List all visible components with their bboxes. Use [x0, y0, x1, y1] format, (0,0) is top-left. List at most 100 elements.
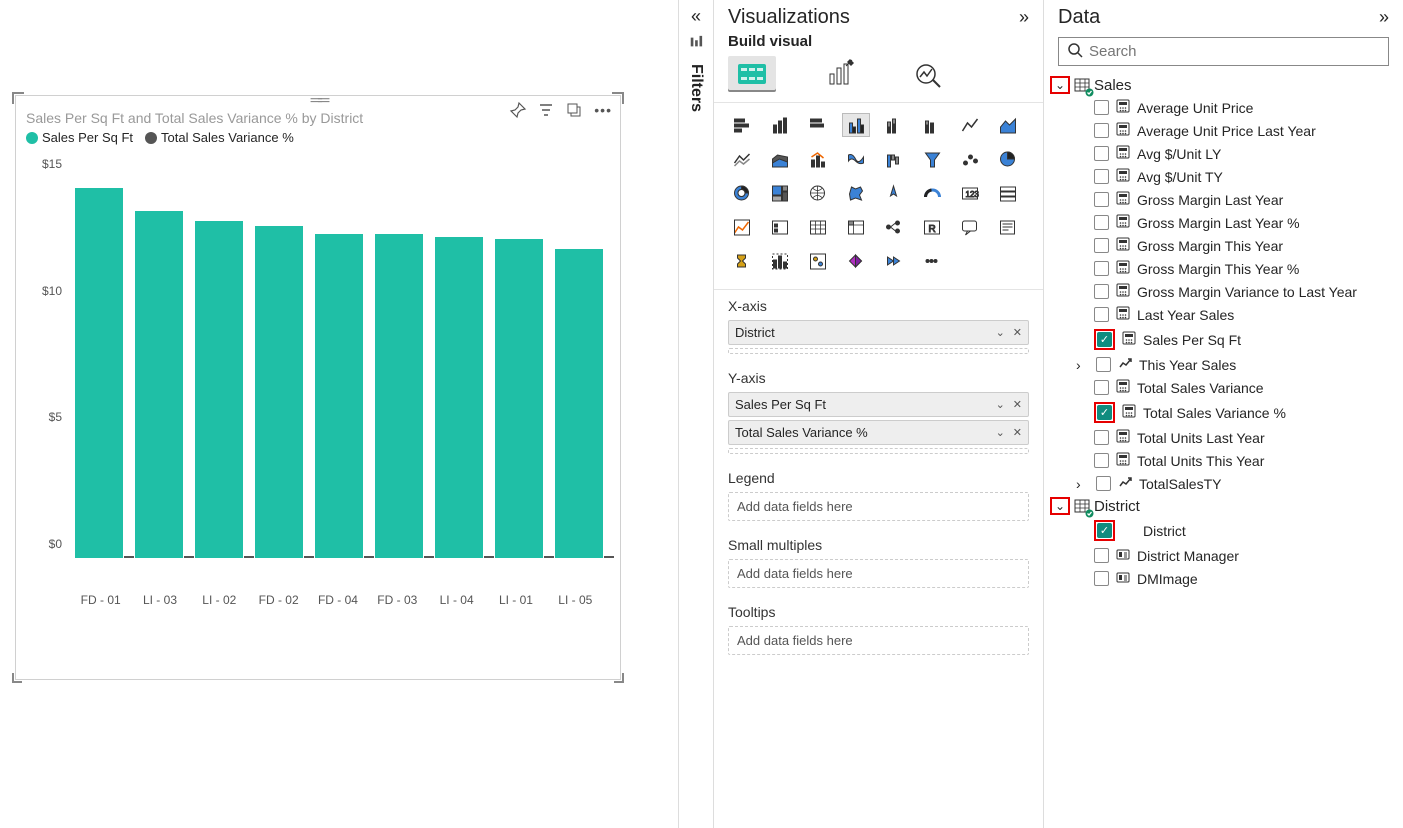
format-visual-tab[interactable] [816, 56, 864, 92]
field-totalsalesty[interactable]: ›TotalSalesTY [1050, 472, 1395, 495]
viz-type-sarea[interactable] [766, 147, 794, 171]
bar-primary[interactable] [195, 221, 243, 558]
viz-type-line2[interactable] [728, 147, 756, 171]
viz-type-combo[interactable] [804, 147, 832, 171]
field-checkbox[interactable]: ✓ [1097, 332, 1112, 347]
chevron-right-icon[interactable]: › [1076, 476, 1090, 492]
collapse-data-icon[interactable]: » [1379, 7, 1389, 28]
viz-type-narr[interactable] [994, 215, 1022, 239]
bar-secondary[interactable] [304, 556, 314, 558]
viz-type-pag[interactable] [766, 249, 794, 273]
viz-type-decomp[interactable] [880, 215, 908, 239]
bar-secondary[interactable] [124, 556, 134, 558]
viz-type-tree[interactable] [766, 181, 794, 205]
field-gross-margin-this-year-[interactable]: Gross Margin This Year % [1050, 257, 1395, 280]
field-dmimage[interactable]: DMImage [1050, 567, 1395, 590]
table-sales[interactable]: ⌄Sales [1050, 74, 1395, 96]
viz-type-mrow[interactable] [994, 181, 1022, 205]
analytics-tab[interactable] [904, 56, 952, 92]
viz-type-water[interactable] [880, 147, 908, 171]
field-checkbox[interactable] [1094, 146, 1109, 161]
viz-type-donut[interactable] [728, 181, 756, 205]
yaxis-chip-totalsalesvariance[interactable]: Total Sales Variance % ⌄✕ [728, 420, 1029, 445]
yaxis-chip-salespersqft[interactable]: Sales Per Sq Ft ⌄✕ [728, 392, 1029, 417]
bar-primary[interactable] [75, 188, 123, 558]
viz-type-pie[interactable] [994, 147, 1022, 171]
viz-type-slicer[interactable] [766, 215, 794, 239]
field-checkbox[interactable] [1094, 261, 1109, 276]
field-gross-margin-last-year[interactable]: Gross Margin Last Year [1050, 188, 1395, 211]
viz-type-ccol[interactable] [842, 113, 870, 137]
field-gross-margin-variance-to-last-year[interactable]: Gross Margin Variance to Last Year [1050, 280, 1395, 303]
viz-type-fmap[interactable] [842, 181, 870, 205]
bar-group[interactable] [555, 249, 614, 558]
viz-type-gauge[interactable] [918, 181, 946, 205]
viz-type-qna[interactable] [956, 215, 984, 239]
viz-type-card[interactable]: 123 [956, 181, 984, 205]
viz-type-matrix[interactable] [842, 215, 870, 239]
field-checkbox[interactable] [1094, 100, 1109, 115]
focus-mode-icon[interactable] [566, 102, 582, 123]
viz-type-map[interactable] [804, 181, 832, 205]
viz-type-kpi[interactable] [728, 215, 756, 239]
bar-group[interactable] [315, 234, 374, 558]
bar-secondary[interactable] [544, 556, 554, 558]
field-last-year-sales[interactable]: Last Year Sales [1050, 303, 1395, 326]
field-gross-margin-this-year[interactable]: Gross Margin This Year [1050, 234, 1395, 257]
chart-visual[interactable]: ══ ••• Sales Per Sq Ft and Total Sales V… [15, 95, 621, 680]
bar-group[interactable] [135, 211, 194, 558]
viz-type-sbh[interactable] [804, 113, 832, 137]
field-gross-margin-last-year-[interactable]: Gross Margin Last Year % [1050, 211, 1395, 234]
bar-secondary[interactable] [184, 556, 194, 558]
field-total-units-this-year[interactable]: Total Units This Year [1050, 449, 1395, 472]
chevron-down-icon[interactable]: ⌄ [996, 426, 1005, 439]
viz-type-line[interactable] [956, 113, 984, 137]
viz-type-paf[interactable] [880, 249, 908, 273]
field-checkbox[interactable] [1094, 380, 1109, 395]
bar-secondary[interactable] [424, 556, 434, 558]
viz-type-py[interactable] [804, 249, 832, 273]
collapse-visualizations-icon[interactable]: » [1019, 7, 1029, 28]
bar-group[interactable] [255, 226, 314, 558]
field-checkbox[interactable] [1094, 571, 1109, 586]
viz-type-pa[interactable] [842, 249, 870, 273]
field-total-sales-variance[interactable]: Total Sales Variance [1050, 376, 1395, 399]
field-sales-per-sq-ft[interactable]: ✓Sales Per Sq Ft [1050, 326, 1395, 353]
viz-type-rscript[interactable]: R [918, 215, 946, 239]
field-checkbox[interactable] [1094, 430, 1109, 445]
viz-type-table[interactable] [804, 215, 832, 239]
chevron-right-icon[interactable]: › [1076, 357, 1090, 373]
bar-primary[interactable] [255, 226, 303, 558]
field-checkbox[interactable] [1094, 123, 1109, 138]
bar-group[interactable] [195, 221, 254, 558]
field-avg-unit-ly[interactable]: Avg $/Unit LY [1050, 142, 1395, 165]
viz-type-ribbon[interactable] [842, 147, 870, 171]
viz-type-area[interactable] [994, 113, 1022, 137]
field-average-unit-price[interactable]: Average Unit Price [1050, 96, 1395, 119]
tooltips-dropzone[interactable]: Add data fields here [728, 626, 1029, 655]
bar-secondary[interactable] [364, 556, 374, 558]
chevron-down-icon[interactable]: ⌄ [996, 398, 1005, 411]
viz-type-hcol[interactable] [918, 113, 946, 137]
yaxis-dropzone[interactable] [728, 448, 1029, 454]
field-checkbox[interactable] [1094, 453, 1109, 468]
bar-primary[interactable] [495, 239, 543, 558]
expand-filters-icon[interactable]: « [689, 4, 703, 29]
build-visual-tab[interactable] [728, 56, 776, 92]
field-district-manager[interactable]: District Manager [1050, 544, 1395, 567]
field-checkbox[interactable] [1094, 215, 1109, 230]
bar-secondary[interactable] [244, 556, 254, 558]
field-total-sales-variance-[interactable]: ✓Total Sales Variance % [1050, 399, 1395, 426]
bar-primary[interactable] [555, 249, 603, 558]
filter-icon[interactable] [538, 102, 554, 123]
data-search[interactable] [1058, 37, 1389, 66]
viz-type-cbar[interactable] [766, 113, 794, 137]
field-checkbox[interactable] [1094, 284, 1109, 299]
field-checkbox[interactable] [1094, 192, 1109, 207]
field-checkbox[interactable] [1094, 548, 1109, 563]
bar-group[interactable] [375, 234, 434, 558]
field-checkbox[interactable] [1094, 238, 1109, 253]
field-checkbox[interactable] [1094, 169, 1109, 184]
filters-pane-collapsed[interactable]: « Filters [678, 0, 713, 828]
xaxis-dropzone[interactable] [728, 348, 1029, 354]
